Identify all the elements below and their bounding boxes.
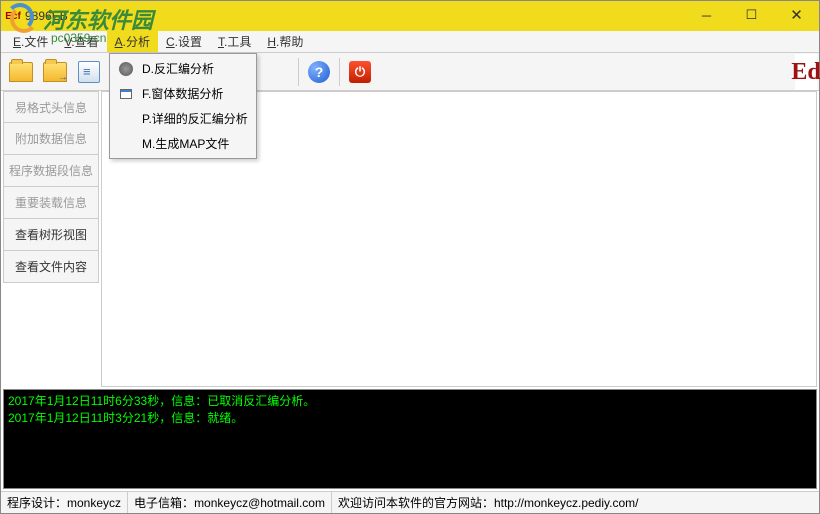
- window-icon: [118, 86, 134, 102]
- console-output: 2017年1月12日11时6分33秒，信息：已取消反汇编分析。 2017年1月1…: [3, 389, 817, 489]
- menu-analyze[interactable]: A.分析: [107, 31, 158, 52]
- sidebar-tree-view[interactable]: 查看树形视图: [3, 219, 99, 251]
- sidebar-segment-info[interactable]: 程序数据段信息: [3, 155, 99, 187]
- dropdown-generate-map[interactable]: M.生成MAP文件: [112, 131, 254, 156]
- toolbar-help-button[interactable]: ?: [303, 56, 335, 88]
- toolbar-separator: [298, 58, 299, 86]
- toolbar-open-button[interactable]: [5, 56, 37, 88]
- toolbar-list-button[interactable]: [73, 56, 105, 88]
- toolbar-exit-button[interactable]: ⏻: [344, 56, 376, 88]
- dropdown-detailed-disassemble[interactable]: P.详细的反汇编分析: [112, 106, 254, 131]
- toolbar-separator: [339, 58, 340, 86]
- dropdown-disassemble[interactable]: D.反汇编分析: [112, 56, 254, 81]
- status-designer: 程序设计：monkeycz: [1, 492, 128, 513]
- maximize-button[interactable]: ☐: [729, 1, 774, 29]
- side-panel: 易格式头信息 附加数据信息 程序数据段信息 重要装载信息 查看树形视图 查看文件…: [3, 91, 99, 283]
- status-email: 电子信箱：monkeycz@hotmail.com: [128, 492, 332, 513]
- sidebar-extra-data[interactable]: 附加数据信息: [3, 123, 99, 155]
- titlebar: Ecf 9896EB ─ ☐ ✕: [1, 1, 819, 31]
- analyze-dropdown: D.反汇编分析 F.窗体数据分析 P.详细的反汇编分析 M.生成MAP文件: [109, 53, 257, 159]
- status-website: 欢迎访问本软件的官方网站：http://monkeycz.pediy.com/: [332, 492, 819, 513]
- app-icon: Ecf: [5, 8, 21, 24]
- gear-icon: [118, 61, 134, 77]
- statusbar: 程序设计：monkeycz 电子信箱：monkeycz@hotmail.com …: [1, 491, 819, 513]
- minimize-button[interactable]: ─: [684, 1, 729, 29]
- menu-file[interactable]: E.文件: [5, 31, 56, 52]
- sidebar-load-info[interactable]: 重要装载信息: [3, 187, 99, 219]
- dropdown-form-data[interactable]: F.窗体数据分析: [112, 81, 254, 106]
- console-line: 2017年1月12日11时6分33秒，信息：已取消反汇编分析。: [8, 392, 812, 409]
- menu-help[interactable]: H.帮助: [259, 31, 311, 52]
- toolbar-export-button[interactable]: [39, 56, 71, 88]
- menu-tools[interactable]: T.工具: [210, 31, 259, 52]
- menu-config[interactable]: C.设置: [158, 31, 210, 52]
- sidebar-header-info[interactable]: 易格式头信息: [3, 91, 99, 123]
- close-button[interactable]: ✕: [774, 1, 819, 29]
- sidebar-file-content[interactable]: 查看文件内容: [3, 251, 99, 283]
- console-line: 2017年1月12日11时3分21秒，信息：就绪。: [8, 409, 812, 426]
- menu-view[interactable]: V.查看: [56, 31, 106, 52]
- right-logo: Ed: [795, 54, 817, 90]
- menubar: E.文件 V.查看 A.分析 C.设置 T.工具 H.帮助: [1, 31, 819, 53]
- window-title: 9896EB: [25, 9, 68, 23]
